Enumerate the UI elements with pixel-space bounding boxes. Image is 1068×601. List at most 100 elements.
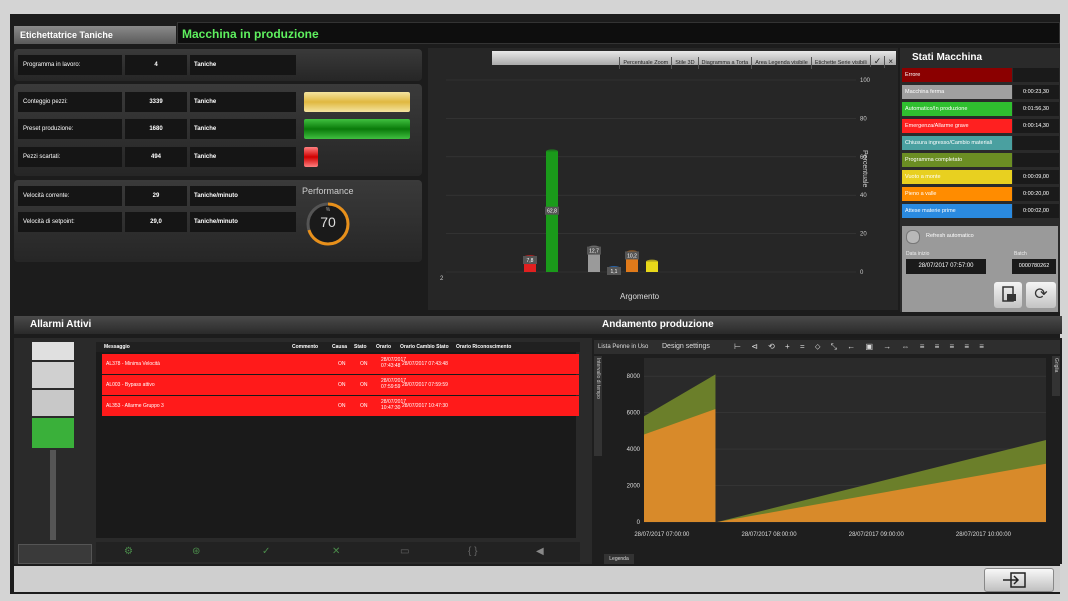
counts-panel: Conteggio pezzi: 3339 Taniche Preset pro… [14, 84, 422, 176]
mute-icon[interactable]: ◀ [536, 546, 544, 557]
exit-button[interactable] [984, 568, 1054, 592]
area-ytick-label: 8000 [627, 374, 641, 380]
alarm-cell-stato: ON [360, 361, 368, 367]
bar-value-label: 62,8 [547, 209, 557, 215]
alarms-title: Allarmi Attivi [30, 319, 92, 330]
bar-ytick-label: 20 [860, 232, 867, 238]
program-label: Programma in lavoro: [18, 55, 122, 75]
stati-title: Stati Macchina [912, 52, 983, 63]
bar-ytick-label: 0 [860, 270, 864, 276]
setpoint-label: Velocità di setpoint: [18, 212, 122, 232]
time-interval-side-tab[interactable]: Intervallo di tempo [594, 356, 602, 456]
alarm-actions-bar: ⚙ ⊛ ✓ ✕ ▭ { } ◀ [96, 542, 580, 562]
alarm-cell-msg: AL353 - Allarme Gruppo 3 [106, 403, 164, 409]
program-unit: Taniche [190, 55, 296, 75]
bar-chart-xtick: 2 [440, 276, 444, 282]
zoom-percent-button[interactable]: Percentuale Zoom [619, 57, 671, 69]
col-orario-ric[interactable]: Orario Riconoscimento [456, 344, 511, 350]
col-orario[interactable]: Orario [376, 344, 391, 350]
machine-tab[interactable]: Etichettatrice Taniche [14, 26, 176, 44]
pen-list-button[interactable]: Lista Penne in Uso [598, 340, 648, 354]
area-xtick-label: 28/07/2017 10:00:00 [956, 532, 1012, 538]
stato-row: Emergenza/Allarme grave [902, 119, 1012, 133]
preset-label: Preset produzione: [18, 119, 122, 139]
design-settings-button[interactable]: Design settings [662, 340, 710, 354]
stato-row: Chiusura ingresso/Cambio materiali [902, 136, 1012, 150]
alarms-table-header: Messaggio Commento Causa Stato Orario Or… [96, 342, 580, 352]
alarm-cell-causa: ON [338, 361, 346, 367]
refresh-toggle[interactable] [906, 230, 920, 244]
stato-row: Errore [902, 68, 1012, 82]
area-ytick-label: 0 [637, 520, 641, 526]
speed-unit: Taniche/minuto [190, 186, 296, 206]
rejected-unit: Taniche [190, 147, 296, 167]
alarm-cell-stato: ON [360, 403, 368, 409]
bar-value-label: 10,2 [627, 253, 637, 259]
performance-title: Performance [302, 186, 354, 196]
col-causa[interactable]: Causa [332, 344, 347, 350]
trend-tool-icons[interactable]: ⊢ ⊲ ⟲ + = ⬦ ⤡ ← ▣ → ⇔ ≡ ≡ ≡ ≡ ≡ [734, 340, 988, 354]
legend-area-button[interactable]: Area Legenda visibile [751, 57, 811, 69]
x-icon[interactable]: ✕ [332, 546, 340, 557]
speed-value: 29 [125, 186, 187, 206]
col-stato[interactable]: Stato [354, 344, 367, 350]
alarm-cell-cambio: 28/07/2017 07:43:48 [402, 361, 448, 367]
footer-bar [14, 566, 1060, 592]
pie-chart-button[interactable]: Diagramma a Torta [697, 57, 752, 69]
document-export-icon [1002, 286, 1016, 302]
count-unit: Taniche [190, 92, 296, 112]
bar-chart-ylabel: Percentuale [861, 150, 868, 188]
stato-row: Automatico/In produzione [902, 102, 1012, 116]
refresh-label: Refresh automatico [926, 233, 974, 239]
performance-unit: % [325, 207, 331, 213]
stato-duration: 0:00:02,00 [1013, 204, 1059, 218]
close-icon[interactable]: × [884, 56, 896, 68]
acknowledge-icon[interactable]: ⚙ [124, 546, 133, 557]
legend-tab[interactable]: Legenda [604, 554, 634, 564]
area-xtick-label: 28/07/2017 07:00:00 [634, 532, 690, 538]
style-3d-button[interactable]: Stile 3D [671, 57, 697, 69]
stato-row: Attese materie prime [902, 204, 1012, 218]
bar-value-label: 1,1 [611, 269, 618, 275]
alarm-cell-msg: AL378 - Minima Velocità [106, 361, 160, 367]
grid-side-tab[interactable]: Griglia [1052, 356, 1060, 396]
ack-all-icon[interactable]: ⊛ [192, 546, 200, 557]
refresh-button[interactable]: ⟳ [1026, 282, 1056, 308]
stato-duration: 0:00:09,00 [1013, 170, 1059, 184]
confirm-icon[interactable]: ✓ [869, 55, 885, 67]
signal-tower-icon [32, 342, 74, 540]
alarm-cell-causa: ON [338, 403, 346, 409]
bar-value-label: 7,8 [527, 258, 534, 264]
col-orario-cambio[interactable]: Orario Cambio Stato [400, 344, 449, 350]
area-ytick-label: 2000 [627, 484, 641, 490]
preset-progress-bar [304, 119, 410, 139]
program-panel: Programma in lavoro: 4 Taniche [14, 49, 422, 81]
production-title: Andamento produzione [602, 319, 714, 330]
refresh-icon: ⟳ [1034, 286, 1048, 303]
alarm-row[interactable]: AL378 - Minima Velocità ON ON 28/07/2017 07… [102, 354, 579, 374]
comment-icon[interactable]: ▭ [400, 546, 409, 557]
alarm-row[interactable]: AL003 - Bypass attivo ON ON 28/07/2017 07:5… [102, 375, 579, 395]
check-icon[interactable]: ✓ [262, 546, 270, 557]
export-report-button[interactable] [994, 282, 1022, 308]
col-commento[interactable]: Commento [292, 344, 318, 350]
date-label: Data inizio [906, 251, 930, 257]
bar-value-label: 12,7 [589, 249, 599, 255]
bar-ytick-label: 100 [860, 78, 871, 84]
col-messaggio[interactable]: Messaggio [104, 344, 130, 350]
batch-field[interactable]: 0000780262 [1012, 259, 1056, 274]
count-progress-bar [304, 92, 410, 112]
history-icon[interactable]: { } [468, 546, 477, 557]
rejected-label: Pezzi scartati: [18, 147, 122, 167]
area-ytick-label: 6000 [627, 411, 641, 417]
date-field[interactable]: 28/07/2017 07:57:00 [906, 259, 986, 274]
alarm-cell-orario: 28/07/2017 07:59:59 [381, 378, 407, 390]
exit-icon [1003, 572, 1026, 588]
alarm-row[interactable]: AL353 - Allarme Gruppo 3 ON ON 28/07/2017 1… [102, 396, 579, 416]
stato-row: Pieno a valle [902, 187, 1012, 201]
area-xtick-label: 28/07/2017 09:00:00 [849, 532, 905, 538]
stato-duration: 0:00:20,00 [1013, 187, 1059, 201]
count-label: Conteggio pezzi: [18, 92, 122, 112]
bar-chart-xlabel: Argomento [620, 292, 660, 301]
series-labels-button[interactable]: Etichette Serie visibili [810, 57, 870, 69]
